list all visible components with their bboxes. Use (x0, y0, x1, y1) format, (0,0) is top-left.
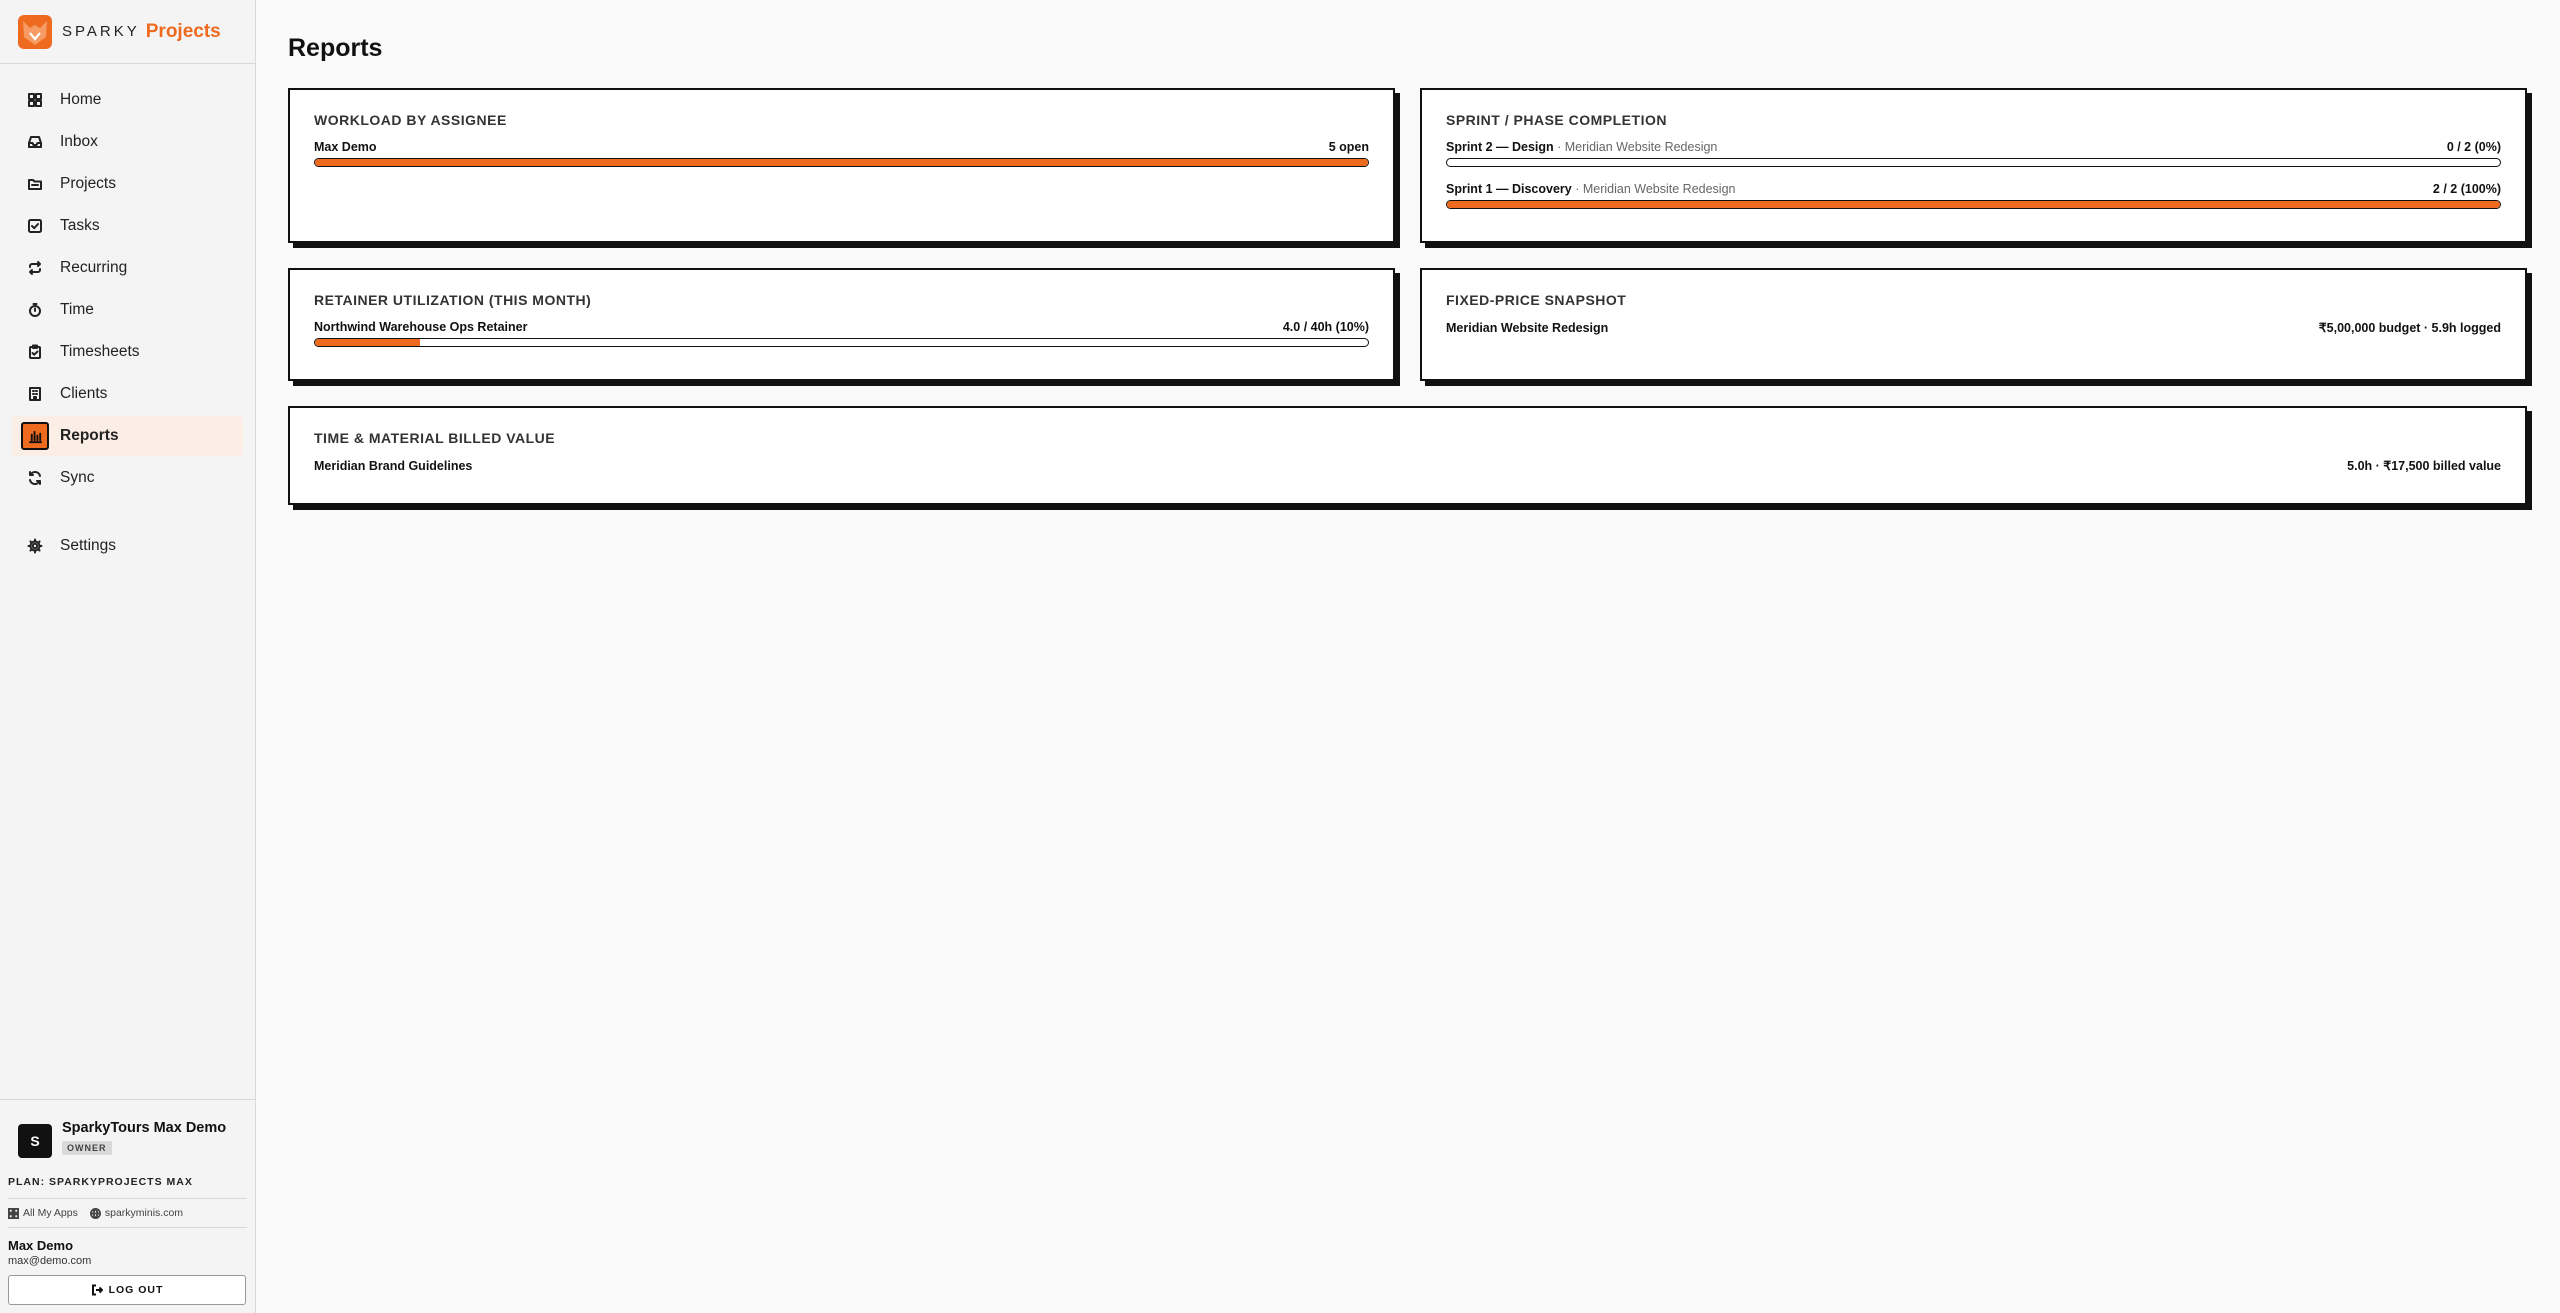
tm-row: Meridian Brand Guidelines 5.0h · ₹17,500… (314, 458, 2501, 473)
retainer-utilization-card: RETAINER UTILIZATION (THIS MONTH) Northw… (288, 268, 1395, 381)
sprint-project: · Meridian Website Redesign (1553, 140, 1718, 154)
nav-item-label: Home (60, 91, 102, 108)
page-title: Reports (288, 34, 383, 62)
sprint-row: Sprint 1 — Discovery · Meridian Website … (1446, 182, 2501, 196)
sprint-progress-value: 0 / 2 (0%) (2446, 140, 2501, 154)
main-nav: Home Inbox Projects Tasks Recurring Time… (0, 64, 255, 566)
logout-button[interactable]: LOG OUT (8, 1275, 246, 1305)
sync-icon (26, 469, 44, 487)
brand[interactable]: SPARKY Projects (0, 0, 255, 64)
repeat-icon (26, 259, 44, 277)
org-switcher[interactable]: S SparkyTours Max Demo OWNER (8, 1100, 247, 1168)
retainer-row: Northwind Warehouse Ops Retainer 4.0 / 4… (314, 320, 1369, 334)
sprint-name: Sprint 2 — Design (1446, 140, 1554, 154)
site-label: sparkyminis.com (104, 1207, 184, 1219)
stopwatch-icon (26, 301, 44, 319)
site-link[interactable]: sparkyminis.com (89, 1207, 184, 1219)
workload-card: WORKLOAD BY ASSIGNEE Max Demo 5 open (288, 88, 1395, 243)
nav-item-label: Projects (60, 175, 116, 192)
all-apps-label: All My Apps (23, 1207, 78, 1219)
assignee-name: Max Demo (314, 140, 377, 154)
sprint-project: · Meridian Website Redesign (1571, 182, 1736, 196)
billed-summary: 5.0h · ₹17,500 billed value (2347, 459, 2501, 473)
brand-word: SPARKY (62, 23, 140, 40)
progress-fill (315, 159, 1368, 166)
tm-billed-card: TIME & MATERIAL BILLED VALUE Meridian Br… (288, 406, 2527, 505)
nav-item-label: Tasks (60, 217, 100, 234)
sprint-row: Sprint 2 — Design · Meridian Website Red… (1446, 140, 2501, 154)
user-name: Max Demo (8, 1238, 74, 1253)
nav-item-label: Recurring (60, 259, 128, 276)
home-grid-icon (26, 91, 44, 109)
gear-icon (26, 537, 44, 555)
workload-row: Max Demo 5 open (314, 140, 1369, 154)
nav-item-clients[interactable]: Clients (12, 374, 243, 414)
nav-item-label: Sync (60, 469, 95, 486)
nav-item-label: Reports (60, 427, 119, 444)
nav-item-settings[interactable]: Settings (12, 526, 243, 566)
retainer-name: Northwind Warehouse Ops Retainer (314, 320, 528, 334)
nav-item-label: Inbox (60, 133, 98, 150)
plan-label: PLAN: SPARKYPROJECTS MAX (8, 1168, 247, 1199)
fox-logo-icon (18, 14, 52, 49)
sprint-completion-card: SPRINT / PHASE COMPLETION Sprint 2 — Des… (1420, 88, 2527, 243)
progress-fill (315, 339, 421, 346)
progress-bar (1446, 200, 2501, 209)
bar-chart-icon (21, 422, 49, 450)
progress-bar (314, 158, 1369, 167)
clipboard-icon (26, 343, 44, 361)
fixed-price-row: Meridian Website Redesign ₹5,00,000 budg… (1446, 320, 2501, 335)
nav-item-recurring[interactable]: Recurring (12, 248, 243, 288)
logout-icon (91, 1284, 103, 1296)
card-title: WORKLOAD BY ASSIGNEE (314, 112, 507, 128)
nav-item-tasks[interactable]: Tasks (12, 206, 243, 246)
progress-bar (314, 338, 1369, 347)
nav-item-label: Clients (60, 385, 108, 402)
nav-item-time[interactable]: Time (12, 290, 243, 330)
building-icon (26, 385, 44, 403)
project-name: Meridian Brand Guidelines (314, 459, 473, 473)
nav-item-reports[interactable]: Reports (12, 416, 243, 456)
card-title: FIXED-PRICE SNAPSHOT (1446, 292, 1627, 308)
sidebar: SPARKY Projects Home Inbox Projects Task… (0, 0, 256, 1313)
sidebar-footer: S SparkyTours Max Demo OWNER PLAN: SPARK… (0, 1099, 255, 1313)
project-name: Meridian Website Redesign (1446, 321, 1609, 335)
sprint-progress-value: 2 / 2 (100%) (2432, 182, 2501, 196)
all-apps-link[interactable]: All My Apps (8, 1207, 78, 1219)
sprint-name: Sprint 1 — Discovery (1446, 182, 1572, 196)
budget-summary: ₹5,00,000 budget · 5.9h logged (2318, 321, 2501, 335)
retainer-usage: 4.0 / 40h (10%) (1282, 320, 1369, 334)
logout-label: LOG OUT (108, 1284, 164, 1296)
open-count: 5 open (1328, 140, 1369, 154)
apps-grid-icon (8, 1207, 19, 1219)
role-badge: OWNER (62, 1141, 112, 1155)
nav-item-projects[interactable]: Projects (12, 164, 243, 204)
nav-item-label: Timesheets (60, 343, 140, 360)
check-square-icon (26, 217, 44, 235)
folder-icon (26, 175, 44, 193)
nav-item-home[interactable]: Home (12, 80, 243, 120)
user-info: Max Demo max@demo.com (8, 1228, 247, 1275)
org-avatar: S (18, 1124, 52, 1158)
progress-bar (1446, 158, 2501, 167)
nav-item-label: Time (60, 301, 94, 318)
card-title: SPRINT / PHASE COMPLETION (1446, 112, 1667, 128)
footer-links: All My Apps sparkyminis.com (8, 1199, 247, 1228)
fixed-price-card: FIXED-PRICE SNAPSHOT Meridian Website Re… (1420, 268, 2527, 381)
globe-icon (89, 1207, 101, 1219)
brand-app-name: Projects (145, 20, 221, 42)
org-name: SparkyTours Max Demo (62, 1120, 227, 1136)
progress-fill (1447, 201, 2500, 208)
user-email: max@demo.com (8, 1255, 92, 1267)
nav-item-inbox[interactable]: Inbox (12, 122, 243, 162)
inbox-icon (26, 133, 44, 151)
card-title: RETAINER UTILIZATION (THIS MONTH) (314, 292, 592, 308)
nav-item-label: Settings (60, 537, 117, 554)
card-title: TIME & MATERIAL BILLED VALUE (314, 430, 556, 446)
nav-item-timesheets[interactable]: Timesheets (12, 332, 243, 372)
nav-item-sync[interactable]: Sync (12, 458, 243, 498)
